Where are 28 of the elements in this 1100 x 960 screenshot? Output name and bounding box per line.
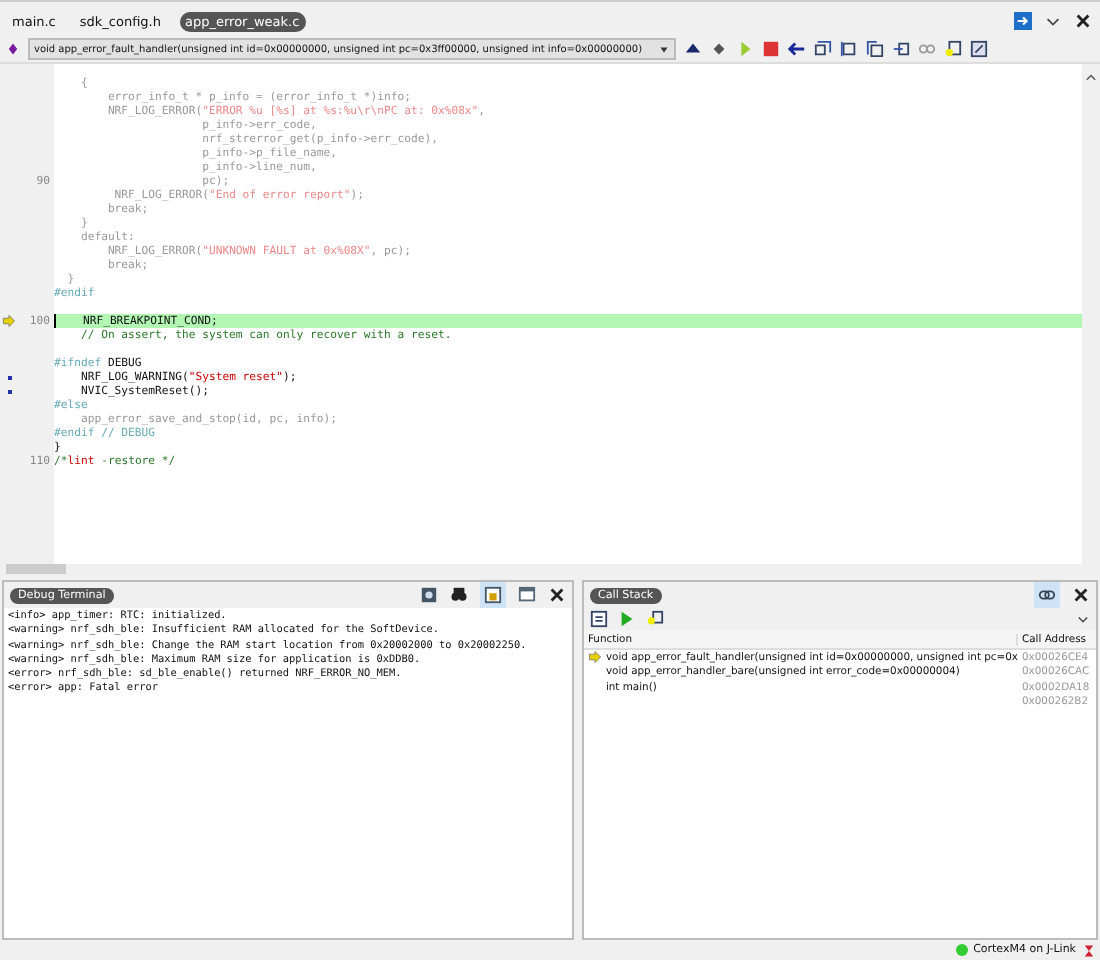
chevron-down-icon[interactable] <box>1076 612 1090 626</box>
link-icon <box>1038 586 1056 604</box>
diamond-icon[interactable] <box>710 40 728 58</box>
scrollbar-thumb[interactable] <box>6 564 66 574</box>
step-into-icon[interactable] <box>840 40 858 58</box>
breakpoint-window-icon[interactable] <box>944 40 962 58</box>
left-arrow-icon[interactable] <box>788 40 806 58</box>
toggle-button[interactable] <box>1034 582 1060 608</box>
window-icon[interactable] <box>970 40 988 58</box>
window-lock-icon <box>483 586 502 604</box>
step-over-icon[interactable] <box>814 40 832 58</box>
scroll-up-icon[interactable] <box>1084 70 1098 84</box>
step-out-icon[interactable] <box>866 40 884 58</box>
stop-icon[interactable] <box>762 40 780 58</box>
window-icon[interactable] <box>517 586 536 604</box>
toggle-button[interactable] <box>479 582 506 608</box>
up-icon[interactable] <box>684 40 702 58</box>
close-icon[interactable] <box>1072 586 1090 604</box>
function-icon <box>6 42 20 56</box>
close-icon[interactable] <box>1074 12 1092 30</box>
close-icon[interactable] <box>547 586 566 604</box>
current-frame-arrow-icon <box>587 650 602 665</box>
caret-icon <box>658 43 670 55</box>
run-to-cursor-icon[interactable] <box>892 40 910 58</box>
run-to-frame-icon[interactable] <box>645 610 664 628</box>
arrow-icon[interactable] <box>1014 12 1032 30</box>
settings-icon[interactable] <box>419 586 438 604</box>
list-window-icon[interactable] <box>589 610 608 628</box>
